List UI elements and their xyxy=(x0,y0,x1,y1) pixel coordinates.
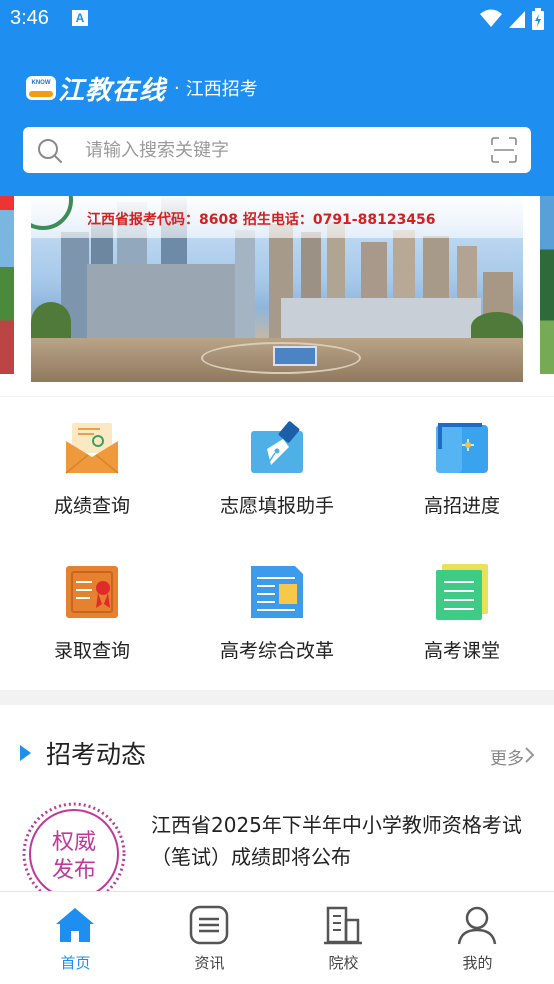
more-link[interactable]: 更多 xyxy=(490,744,524,769)
function-grid: 成绩查询 志愿填报助手 高招进度 录取查询 高考综合改革 高考课堂 xyxy=(0,397,554,690)
battery-icon xyxy=(532,8,544,30)
status-indicators xyxy=(480,7,544,31)
nav-label: 院校 xyxy=(328,954,359,972)
campus-sign xyxy=(273,346,317,366)
bottom-nav: 首页 资讯 院校 我的 xyxy=(0,891,554,984)
grid-label: 高考综合改革 xyxy=(219,640,334,662)
news-item-title[interactable]: 江西省2025年下半年中小学教师资格考试（笔试）成绩即将公布 xyxy=(151,809,531,873)
nav-item-home[interactable]: 首页 xyxy=(8,892,143,984)
banner-slide[interactable]: 江西省报考代码：8608 招生电话：0791-88123456 xyxy=(31,196,523,382)
grid-item-admission-progress[interactable]: 高招进度 xyxy=(370,397,554,527)
brand-name: 江教在线 xyxy=(58,75,167,106)
section-marker-icon xyxy=(20,745,31,761)
nav-item-schools[interactable]: 院校 xyxy=(276,892,411,984)
search-input[interactable] xyxy=(85,133,465,167)
home-icon xyxy=(56,908,94,942)
banner-text: 江西省报考代码：8608 招生电话：0791-88123456 xyxy=(87,212,436,228)
certificate-icon xyxy=(66,566,118,618)
brand-separator: · xyxy=(174,77,180,99)
badge-line1: 权威 xyxy=(52,830,96,855)
status-bar: 3:46 A xyxy=(0,0,554,40)
nav-item-news[interactable]: 资讯 xyxy=(142,892,277,984)
score-envelope-icon xyxy=(65,423,119,474)
search-icon xyxy=(38,139,62,163)
news-list-icon xyxy=(189,905,229,945)
banner-prev-slide[interactable] xyxy=(0,196,14,374)
wifi-icon xyxy=(480,9,502,27)
grid-item-exam-reform[interactable]: 高考综合改革 xyxy=(185,542,369,672)
grid-label: 成绩查询 xyxy=(53,495,130,517)
scan-icon[interactable] xyxy=(491,137,517,163)
banner-next-slide[interactable] xyxy=(540,196,554,374)
grid-label: 志愿填报助手 xyxy=(219,495,334,517)
grid-item-application-assistant[interactable]: 志愿填报助手 xyxy=(185,397,369,527)
badge-line2: 发布 xyxy=(52,858,96,883)
grid-label: 高考课堂 xyxy=(423,640,500,662)
brand: KNOW 江教在线 · 江西招考 xyxy=(26,70,258,106)
notebook-icon xyxy=(436,564,488,620)
progress-board-icon xyxy=(436,423,488,473)
brand-logo: KNOW xyxy=(26,76,56,100)
section-title: 招考动态 xyxy=(46,740,147,769)
person-icon xyxy=(457,906,497,945)
document-icon xyxy=(251,566,303,618)
cell-signal-icon xyxy=(509,11,525,28)
grid-label: 高招进度 xyxy=(423,495,500,517)
grid-label: 录取查询 xyxy=(53,640,130,662)
search-bar[interactable] xyxy=(23,127,531,173)
grid-item-exam-classroom[interactable]: 高考课堂 xyxy=(370,542,554,672)
nav-label: 资讯 xyxy=(194,954,225,972)
app-header: 3:46 A KNOW 江教在线 · 江西招考 xyxy=(0,0,554,196)
status-time: 3:46 xyxy=(10,7,49,29)
pen-nib-icon xyxy=(251,421,303,473)
grid-item-score-query[interactable]: 成绩查询 xyxy=(0,397,184,527)
chevron-right-icon[interactable] xyxy=(524,746,536,764)
grid-item-admission-query[interactable]: 录取查询 xyxy=(0,542,184,672)
nav-label: 我的 xyxy=(462,954,493,972)
nav-item-profile[interactable]: 我的 xyxy=(410,892,545,984)
news-section: 招考动态 更多 权威 发布 江西省2025年下半年中小学教师资格考试（笔试）成绩… xyxy=(0,705,554,906)
brand-region: 江西招考 xyxy=(185,79,258,100)
brand-logo-text: KNOW xyxy=(31,80,51,86)
banner-carousel[interactable]: 江西省报考代码：8608 招生电话：0791-88123456 xyxy=(0,196,554,396)
a-letter-icon: A xyxy=(72,10,88,26)
buildings-icon xyxy=(324,906,362,945)
nav-label: 首页 xyxy=(60,954,91,972)
